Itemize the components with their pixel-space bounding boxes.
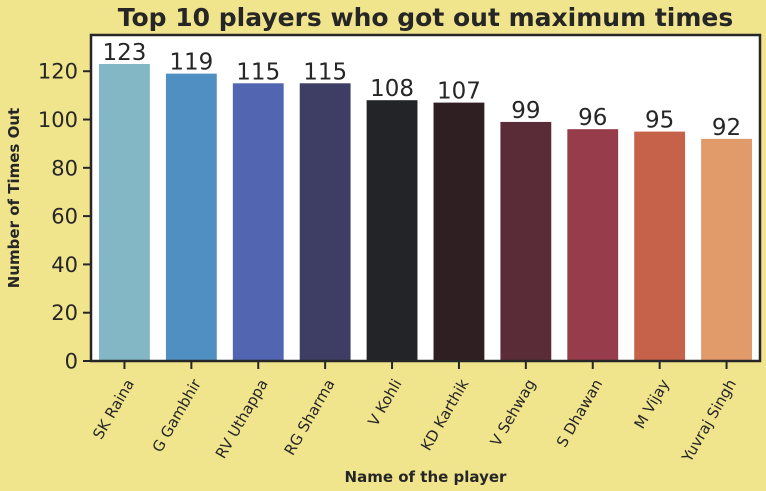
x-tick-label: G Gambhir <box>149 375 206 455</box>
x-tick-label: RV Uthappa <box>212 376 272 462</box>
bar-kd-karthik <box>433 102 485 362</box>
x-tick-label: M Vijay <box>631 376 674 432</box>
y-tick-label: 0 <box>65 350 78 374</box>
x-tick-label: KD Karthik <box>417 376 472 454</box>
x-tick-label: V Sehwag <box>487 376 540 449</box>
bar-chart: 123 119 115 115 108 107 99 96 95 92 0 20 40 60 80 100 1… <box>5 3 762 486</box>
bar-rg-sharma <box>299 83 351 361</box>
y-axis: 0 20 40 60 80 100 120 <box>38 60 91 374</box>
y-tick-label: 80 <box>51 156 78 180</box>
data-label: 115 <box>236 59 280 85</box>
data-label: 115 <box>303 59 347 85</box>
data-label: 95 <box>645 108 674 134</box>
data-label: 107 <box>437 79 481 105</box>
bar-sk-raina <box>99 63 150 361</box>
data-label: 99 <box>511 98 540 124</box>
data-label: 119 <box>169 50 213 76</box>
data-label: 108 <box>370 76 414 102</box>
x-tick-label: V Kohli <box>364 376 405 429</box>
x-tick-label: RG Sharma <box>281 376 339 458</box>
x-tick-label: Yuvraj Singh <box>678 376 740 466</box>
y-tick-label: 40 <box>51 253 78 277</box>
x-tick-label: S Dhawan <box>553 376 606 450</box>
y-axis-title: Number of Times Out <box>5 108 23 288</box>
y-tick-label: 120 <box>38 60 78 84</box>
bar-v-sehwag <box>500 121 552 361</box>
bar-yuvraj-singh <box>701 138 752 361</box>
data-label: 96 <box>578 105 607 131</box>
data-label: 123 <box>102 40 146 66</box>
chart-container: 123 119 115 115 108 107 99 96 95 92 0 20 40 60 80 100 1… <box>0 0 766 491</box>
bar-m-vijay <box>634 131 686 361</box>
bar-s-dhawan <box>567 129 619 361</box>
bar-rv-uthappa <box>232 83 284 361</box>
x-axis: SK Raina G Gambhir RV Uthappa RG Sharma V Ko… <box>89 361 740 466</box>
data-label: 92 <box>712 115 741 141</box>
bar-g-gambhir <box>165 73 217 362</box>
chart-title: Top 10 players who got out maximum times <box>118 3 733 32</box>
x-axis-title: Name of the player <box>345 468 507 486</box>
y-tick-label: 100 <box>38 108 78 132</box>
y-tick-label: 20 <box>51 301 78 325</box>
bar-v-kohli <box>366 100 418 361</box>
x-tick-label: SK Raina <box>89 376 138 442</box>
y-tick-label: 60 <box>51 205 78 229</box>
